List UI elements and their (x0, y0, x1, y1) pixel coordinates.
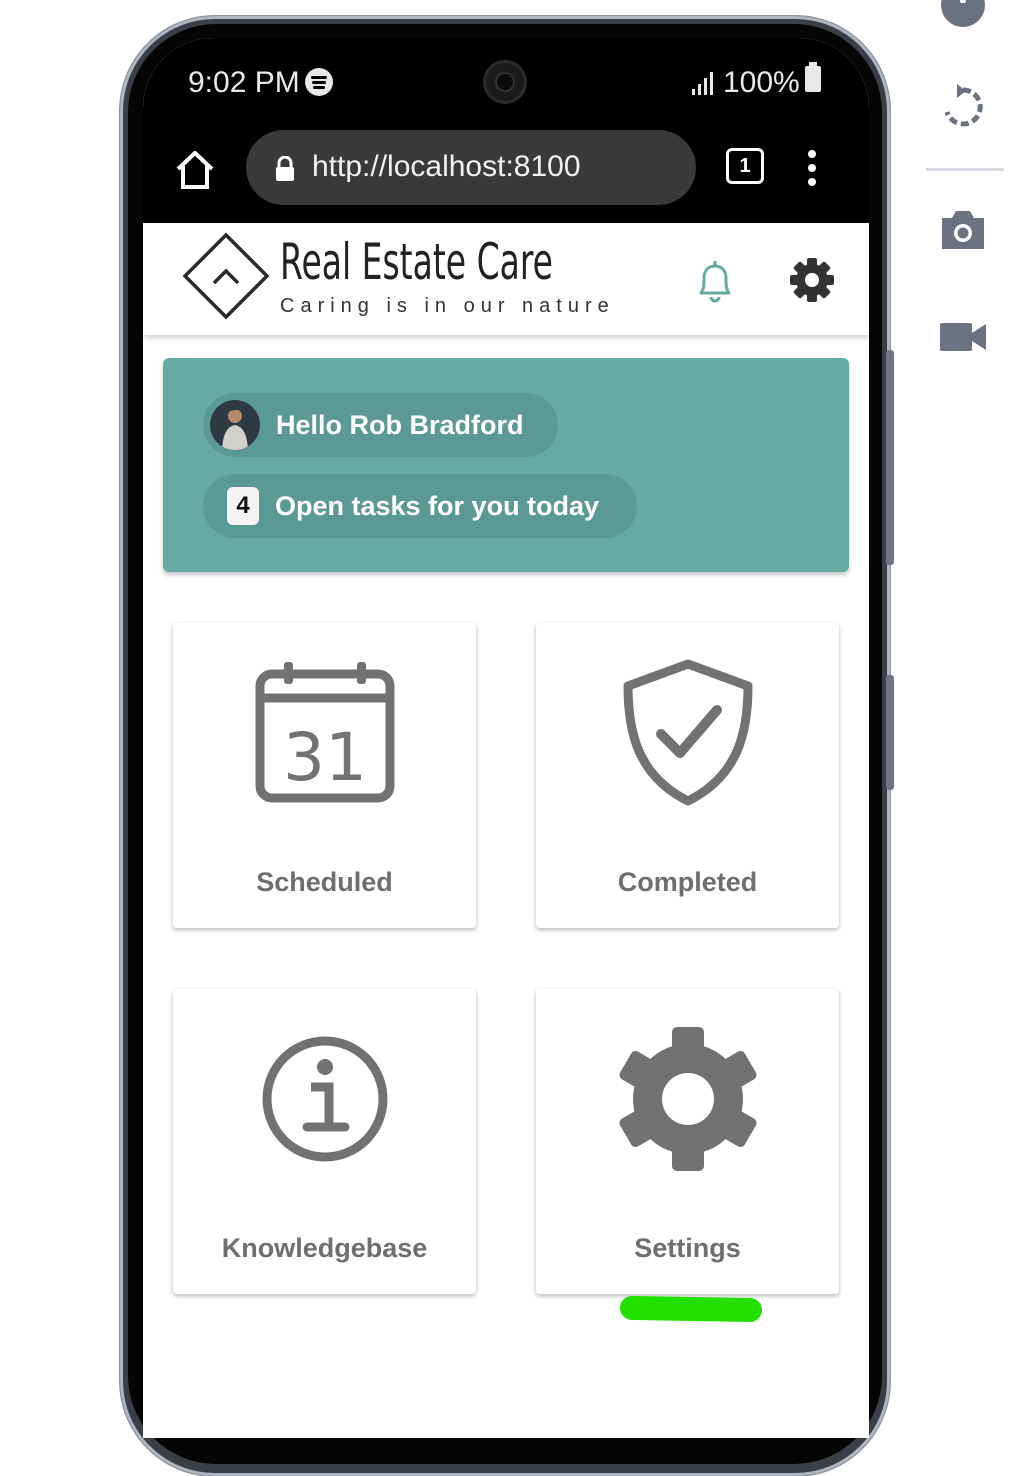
logo-icon (182, 232, 270, 320)
notifications-bell-icon[interactable] (693, 257, 737, 305)
calendar-day: 31 (283, 719, 367, 796)
spotify-icon (305, 68, 333, 96)
tab-switcher-button[interactable]: 1 (726, 148, 764, 184)
avatar (210, 400, 260, 450)
status-bar: 9:02 PM 100% (143, 38, 869, 128)
browser-menu-icon[interactable] (805, 150, 819, 190)
rotate-icon[interactable] (938, 82, 988, 132)
signal-icon (692, 72, 713, 95)
shield-check-icon (623, 659, 752, 806)
browser-toolbar: http://localhost:8100 1 (143, 128, 869, 223)
completed-label: Completed (617, 867, 758, 897)
knowledgebase-tile[interactable]: Knowledgebase (173, 989, 476, 1294)
user-chip[interactable]: Hello Rob Bradford (203, 393, 558, 457)
address-bar[interactable]: http://localhost:8100 (246, 130, 696, 205)
brand-tagline: Caring is in our nature (280, 295, 615, 317)
task-count-badge: 4 (227, 487, 259, 525)
gear-icon (618, 1027, 757, 1171)
settings-label: Settings (634, 1233, 741, 1263)
battery-icon (805, 62, 821, 92)
knowledgebase-label: Knowledgebase (221, 1233, 428, 1263)
phone-screen: 9:02 PM 100% http://localhost:8100 1 Rea… (143, 38, 869, 1438)
settings-tile[interactable]: Settings (536, 989, 839, 1294)
calendar-icon: 31 (255, 662, 394, 803)
open-tasks-chip[interactable]: 4 Open tasks for you today (203, 474, 637, 538)
lock-icon (276, 156, 294, 181)
clock: 9:02 PM (188, 66, 300, 99)
record-video-icon[interactable] (938, 312, 988, 362)
power-button (886, 675, 894, 790)
home-icon[interactable] (173, 148, 217, 192)
greeting-text: Hello Rob Bradford (276, 409, 524, 440)
settings-gear-icon[interactable] (788, 256, 836, 304)
battery-level: 100% (723, 66, 800, 99)
brand-name: Real Estate Care (280, 233, 553, 291)
emulator-toolbar (920, 0, 1015, 1425)
scheduled-label: Scheduled (256, 867, 393, 897)
screenshot-icon[interactable] (938, 205, 988, 255)
volume-button (886, 350, 894, 565)
highlight-annotation (619, 1295, 763, 1323)
app-header: Real Estate Care Caring is in our nature (143, 223, 869, 335)
scheduled-tile[interactable]: 31 Scheduled (173, 623, 476, 928)
greeting-card: Hello Rob Bradford 4 Open tasks for you … (163, 358, 849, 572)
url-text[interactable]: http://localhost:8100 (312, 150, 581, 184)
open-tasks-text: Open tasks for you today (275, 490, 600, 521)
front-camera (486, 63, 524, 101)
info-icon (262, 1036, 387, 1162)
power-icon[interactable] (938, 0, 988, 30)
toolbar-divider (926, 168, 1004, 171)
completed-tile[interactable]: Completed (536, 623, 839, 928)
